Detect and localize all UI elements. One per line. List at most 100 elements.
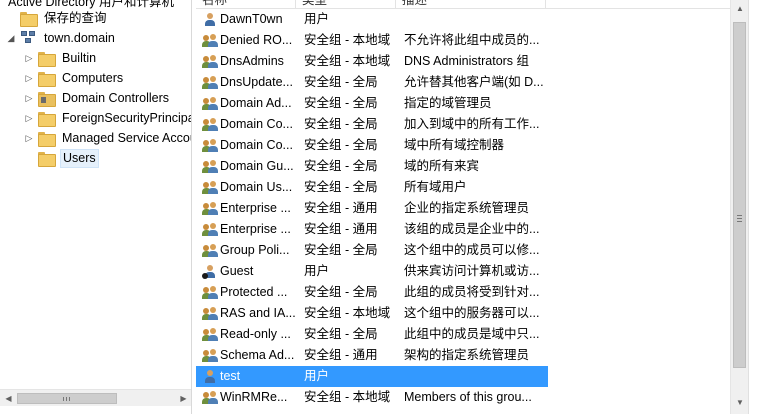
- cell-description: 不允许将此组中成员的...: [404, 33, 540, 47]
- cell-description: 此组中的成员是域中只...: [404, 327, 540, 341]
- table-row[interactable]: Domain Co... 安全组 - 全局 加入到域中的所有工作...: [196, 114, 548, 135]
- list-vertical-scrollbar[interactable]: ▲ ▼: [730, 0, 748, 414]
- tree-item-label: town.domain: [44, 31, 115, 45]
- cell-name: DawnT0wn: [220, 12, 283, 26]
- cell-type: 安全组 - 通用: [304, 222, 378, 236]
- column-header-description[interactable]: 描述: [396, 0, 546, 9]
- expand-arrow-icon[interactable]: ▷: [24, 48, 34, 68]
- group-icon: [202, 243, 218, 258]
- cell-type: 用户: [304, 12, 330, 26]
- cell-type: 安全组 - 本地域: [304, 390, 391, 404]
- list-header: 名称 类型 描述: [196, 0, 730, 9]
- cell-description: 指定的域管理员: [404, 96, 492, 110]
- cell-type: 安全组 - 全局: [304, 96, 378, 110]
- cell-name: Domain Ad...: [220, 96, 292, 110]
- tree-item-label: Managed Service Accounts: [62, 131, 191, 145]
- table-row[interactable]: Group Poli... 安全组 - 全局 这个组中的成员可以修...: [196, 240, 548, 261]
- group-icon: [202, 75, 218, 90]
- cell-name: Enterprise ...: [220, 222, 291, 236]
- tree-item-users[interactable]: Users: [38, 148, 99, 168]
- table-row[interactable]: Enterprise ... 安全组 - 通用 该组的成员是企业中的...: [196, 219, 548, 240]
- cell-name: RAS and IA...: [220, 306, 296, 320]
- folder-icon: [38, 71, 56, 87]
- scroll-left-icon[interactable]: ◀: [0, 390, 17, 407]
- cell-name: Enterprise ...: [220, 201, 291, 215]
- table-row[interactable]: DnsUpdate... 安全组 - 全局 允许替其他客户端(如 D...: [196, 72, 548, 93]
- table-row[interactable]: Guest 用户 供来宾访问计算机或访...: [196, 261, 548, 282]
- table-row[interactable]: Domain Co... 安全组 - 全局 域中所有域控制器: [196, 135, 548, 156]
- group-icon: [202, 96, 218, 111]
- group-icon: [202, 348, 218, 363]
- cell-type: 安全组 - 全局: [304, 285, 378, 299]
- expand-arrow-icon[interactable]: ▷: [24, 68, 34, 88]
- folder-icon: [38, 151, 56, 167]
- cell-type: 用户: [304, 369, 330, 383]
- cell-type: 安全组 - 全局: [304, 117, 378, 131]
- folder-icon: [38, 111, 56, 127]
- table-row[interactable]: DawnT0wn 用户: [196, 9, 548, 30]
- expand-arrow-icon[interactable]: ▷: [24, 108, 34, 128]
- object-list[interactable]: 名称 类型 描述 DawnT0wn 用户 Denied RO... 安全组 - 本地域…: [196, 0, 730, 414]
- table-row[interactable]: Schema Ad... 安全组 - 通用 架构的指定系统管理员: [196, 345, 548, 366]
- tree-item-saved-queries[interactable]: 保存的查询: [20, 8, 109, 28]
- cell-type: 安全组 - 通用: [304, 348, 378, 362]
- table-row[interactable]: Domain Gu... 安全组 - 全局 域的所有来宾: [196, 156, 548, 177]
- cell-description: 该组的成员是企业中的...: [404, 222, 540, 236]
- table-row[interactable]: Domain Ad... 安全组 - 全局 指定的域管理员: [196, 93, 548, 114]
- scroll-up-icon[interactable]: ▲: [731, 0, 749, 17]
- scroll-down-icon[interactable]: ▼: [731, 394, 749, 411]
- tree-item-foreign-security-principals[interactable]: ▷ ForeignSecurityPrincipals: [24, 108, 191, 128]
- cell-name: test: [220, 369, 241, 383]
- group-icon: [202, 180, 218, 195]
- navigation-tree: Active Directory 用户和计算机 保存的查询 ◢ town.dom…: [0, 0, 192, 414]
- cell-name: WinRMRe...: [220, 390, 288, 404]
- group-icon: [202, 54, 218, 69]
- scroll-right-icon[interactable]: ▶: [175, 390, 191, 407]
- group-icon: [202, 306, 218, 321]
- table-row[interactable]: RAS and IA... 安全组 - 本地域 这个组中的服务器可以...: [196, 303, 548, 324]
- cell-name: Group Poli...: [220, 243, 290, 257]
- group-icon: [202, 201, 218, 216]
- tree-item-managed-service-accounts[interactable]: ▷ Managed Service Accounts: [24, 128, 191, 148]
- scrollbar-thumb[interactable]: [17, 393, 117, 404]
- cell-description: 加入到域中的所有工作...: [404, 117, 540, 131]
- folder-icon: [20, 11, 38, 27]
- tree-item-domain-controllers[interactable]: ▷ Domain Controllers: [24, 88, 171, 108]
- tree-item-domain[interactable]: ◢ town.domain: [6, 28, 117, 48]
- scrollbar-thumb[interactable]: [733, 22, 746, 368]
- cell-name: Domain Us...: [220, 180, 293, 194]
- table-row[interactable]: WinRMRe... 安全组 - 本地域 Members of this grou.…: [196, 387, 548, 408]
- cell-name: DnsAdmins: [220, 54, 284, 68]
- group-icon: [202, 327, 218, 342]
- column-header-name[interactable]: 名称: [196, 0, 296, 9]
- table-row[interactable]: test 用户: [196, 366, 548, 387]
- cell-type: 安全组 - 本地域: [304, 33, 391, 47]
- cell-name: Schema Ad...: [220, 348, 295, 362]
- folder-icon: [38, 131, 56, 147]
- window-edge: [748, 0, 765, 414]
- cell-description: Members of this grou...: [404, 390, 532, 404]
- cell-type: 安全组 - 全局: [304, 138, 378, 152]
- column-header-type[interactable]: 类型: [296, 0, 396, 9]
- tree-item-label: Builtin: [62, 51, 97, 65]
- tree-item-label: Users: [60, 148, 99, 168]
- table-row[interactable]: Denied RO... 安全组 - 本地域 不允许将此组中成员的...: [196, 30, 548, 51]
- table-row[interactable]: Enterprise ... 安全组 - 通用 企业的指定系统管理员: [196, 198, 548, 219]
- tree-item-builtin[interactable]: ▷ Builtin: [24, 48, 98, 68]
- table-row[interactable]: Protected ... 安全组 - 全局 此组的成员将受到针对...: [196, 282, 548, 303]
- collapse-arrow-icon[interactable]: ◢: [6, 28, 16, 48]
- table-row[interactable]: DnsAdmins 安全组 - 本地域 DNS Administrators 组: [196, 51, 548, 72]
- tree-item-computers[interactable]: ▷ Computers: [24, 68, 125, 88]
- expand-arrow-icon[interactable]: ▷: [24, 128, 34, 148]
- tree-item-label: Computers: [62, 71, 124, 85]
- cell-description: 域中所有域控制器: [404, 138, 505, 152]
- tree-horizontal-scrollbar[interactable]: ◀ ▶: [0, 389, 191, 407]
- cell-name: Denied RO...: [220, 33, 293, 47]
- domain-icon: [20, 31, 36, 45]
- expand-arrow-icon[interactable]: ▷: [24, 88, 34, 108]
- table-row[interactable]: Domain Us... 安全组 - 全局 所有域用户: [196, 177, 548, 198]
- table-row[interactable]: Read-only ... 安全组 - 全局 此组中的成员是域中只...: [196, 324, 548, 345]
- cell-type: 用户: [304, 264, 330, 278]
- cell-description: 这个组中的服务器可以...: [404, 306, 540, 320]
- group-icon: [202, 390, 218, 405]
